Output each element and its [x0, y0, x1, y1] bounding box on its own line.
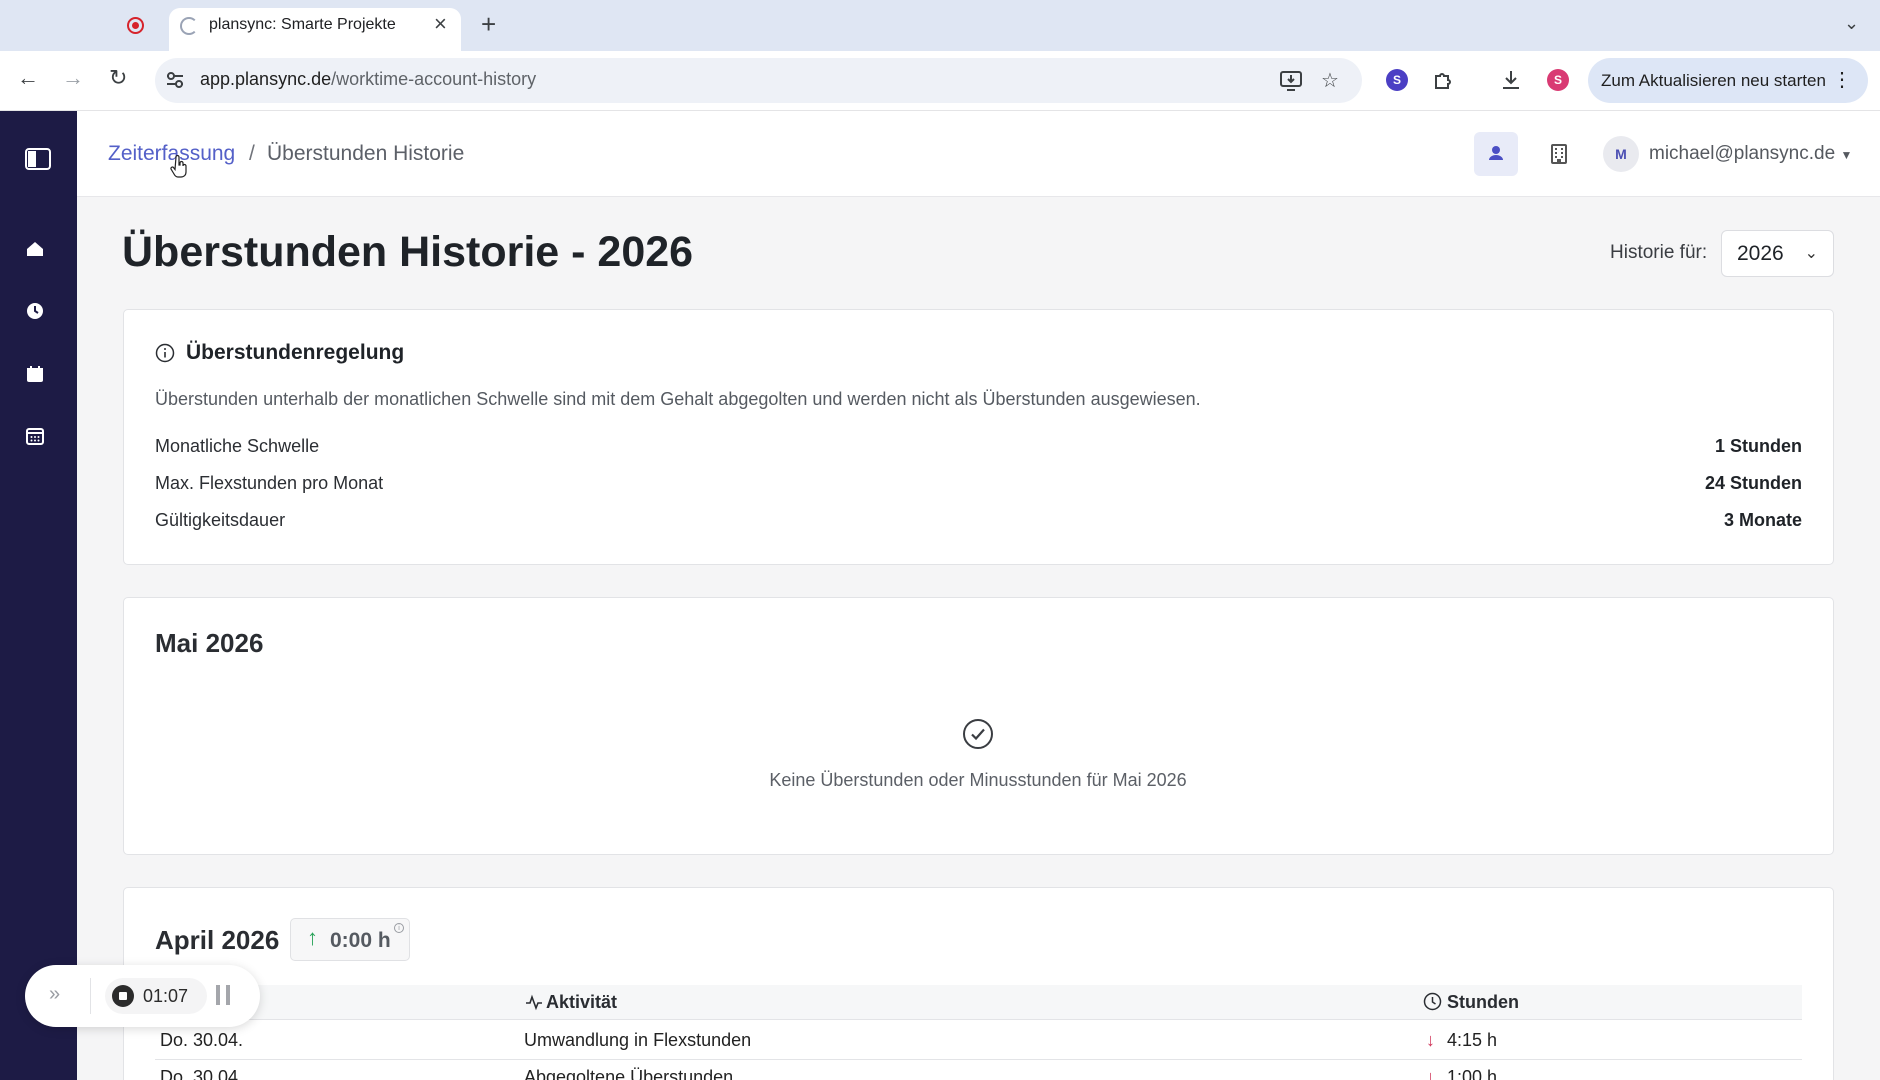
rule-row: Monatliche Schwelle 1 Stunden	[155, 436, 1802, 457]
browser-menu-icon[interactable]: ⋮	[1832, 58, 1852, 103]
arrow-up-icon: ↑	[307, 925, 318, 950]
update-button-label: Zum Aktualisieren neu starten	[1601, 71, 1826, 90]
home-icon[interactable]	[24, 238, 46, 260]
check-circle-icon	[963, 719, 993, 749]
rule-row: Max. Flexstunden pro Monat 24 Stunden	[155, 473, 1802, 494]
rule-value: 3 Monate	[1723, 510, 1802, 530]
profile-avatar-icon[interactable]: S	[1547, 69, 1569, 91]
bookmark-star-icon[interactable]: ☆	[1321, 68, 1339, 93]
user-avatar[interactable]: M	[1603, 136, 1639, 172]
expand-recorder-icon[interactable]: »	[49, 983, 60, 1006]
tab-close-icon[interactable]: ×	[434, 11, 447, 37]
sidebar-toggle-icon[interactable]	[25, 148, 51, 170]
downloads-icon[interactable]	[1500, 69, 1522, 91]
rule-value: 1 Stunden	[1714, 436, 1802, 456]
extension-profile-icon[interactable]: S	[1386, 69, 1408, 91]
new-tab-icon[interactable]: +	[481, 9, 496, 40]
breadcrumb-separator: /	[249, 142, 255, 165]
back-icon[interactable]: ←	[17, 65, 39, 91]
month-title: Mai 2026	[155, 628, 264, 658]
row-divider	[155, 1059, 1802, 1060]
restart-to-update-button[interactable]: Zum Aktualisieren neu starten ⋮	[1588, 58, 1868, 103]
hand-cursor-icon	[170, 155, 187, 178]
month-balance-value: 0:00 h	[330, 929, 391, 952]
url-text[interactable]: app.plansync.de/worktime-account-history	[200, 69, 536, 90]
year-select[interactable]: 2026 ⌄	[1721, 230, 1834, 277]
column-header-hours: Stunden	[1447, 992, 1519, 1012]
row-activity: Abgegoltene Überstunden	[524, 1067, 734, 1080]
clock-icon[interactable]	[24, 300, 46, 322]
stop-recording-icon[interactable]	[112, 985, 134, 1007]
user-menu-dropdown[interactable]: michael@plansync.de ▼	[1649, 143, 1852, 165]
clock-outline-icon	[1423, 992, 1442, 1011]
tab-favicon-icon	[180, 17, 198, 35]
row-hours: 4:15 h	[1447, 1030, 1498, 1050]
history-for-label: Historie für:	[1610, 242, 1708, 263]
recording-time: 01:07	[143, 986, 189, 1006]
calendar-icon[interactable]	[24, 363, 46, 385]
install-app-icon[interactable]	[1279, 70, 1303, 92]
selected-year: 2026	[1737, 242, 1784, 265]
empty-state-text: Keine Überstunden oder Minusstunden für …	[769, 770, 1187, 790]
reload-icon[interactable]: ↻	[109, 65, 127, 91]
arrow-down-icon: ↓	[1426, 1067, 1435, 1080]
organization-building-icon[interactable]	[1549, 143, 1569, 165]
balance-info-icon[interactable]: i	[394, 923, 404, 933]
row-activity: Umwandlung in Flexstunden	[524, 1030, 752, 1050]
column-header-activity: Aktivität	[546, 992, 618, 1012]
rule-label: Max. Flexstunden pro Monat	[155, 473, 384, 493]
user-icon	[1489, 146, 1503, 160]
user-email: michael@plansync.de	[1649, 143, 1836, 164]
page-title: Überstunden Historie - 2026	[122, 228, 694, 276]
tab-search-chevron-icon[interactable]: ⌄	[1844, 13, 1859, 34]
recorder-divider	[90, 978, 91, 1014]
breadcrumb-current: Überstunden Historie	[267, 142, 465, 165]
month-card-april	[123, 887, 1834, 1080]
recording-indicator-icon[interactable]	[127, 17, 144, 34]
activity-pulse-icon	[526, 994, 542, 1011]
url-domain: app.plansync.de	[200, 69, 332, 89]
rule-label: Gültigkeitsdauer	[155, 510, 286, 530]
month-title: April 2026	[155, 925, 280, 955]
forward-icon[interactable]: →	[62, 65, 84, 91]
row-date: Do. 30.04.	[160, 1067, 244, 1080]
chevron-down-icon: ⌄	[1804, 245, 1818, 262]
rule-label: Monatliche Schwelle	[155, 436, 320, 456]
caret-down-icon: ▼	[1840, 148, 1853, 162]
rules-description: Überstunden unterhalb der monatlichen Sc…	[155, 389, 1201, 409]
info-icon	[155, 343, 175, 363]
row-hours: 1:00 h	[1447, 1067, 1498, 1080]
pause-recording-icon[interactable]	[216, 985, 230, 1005]
table-header	[155, 985, 1802, 1020]
rule-value: 24 Stunden	[1704, 473, 1802, 493]
schedule-grid-icon[interactable]	[24, 425, 46, 447]
personal-view-button[interactable]	[1474, 132, 1518, 176]
rule-row: Gültigkeitsdauer 3 Monate	[155, 510, 1802, 531]
arrow-down-icon: ↓	[1426, 1030, 1435, 1050]
tab-title: plansync: Smarte Projekte	[209, 16, 396, 33]
rules-title: Überstundenregelung	[186, 341, 405, 364]
row-date: Do. 30.04.	[160, 1030, 244, 1050]
extensions-puzzle-icon[interactable]	[1432, 69, 1454, 91]
site-settings-icon[interactable]	[165, 70, 185, 90]
url-path: /worktime-account-history	[331, 69, 537, 89]
